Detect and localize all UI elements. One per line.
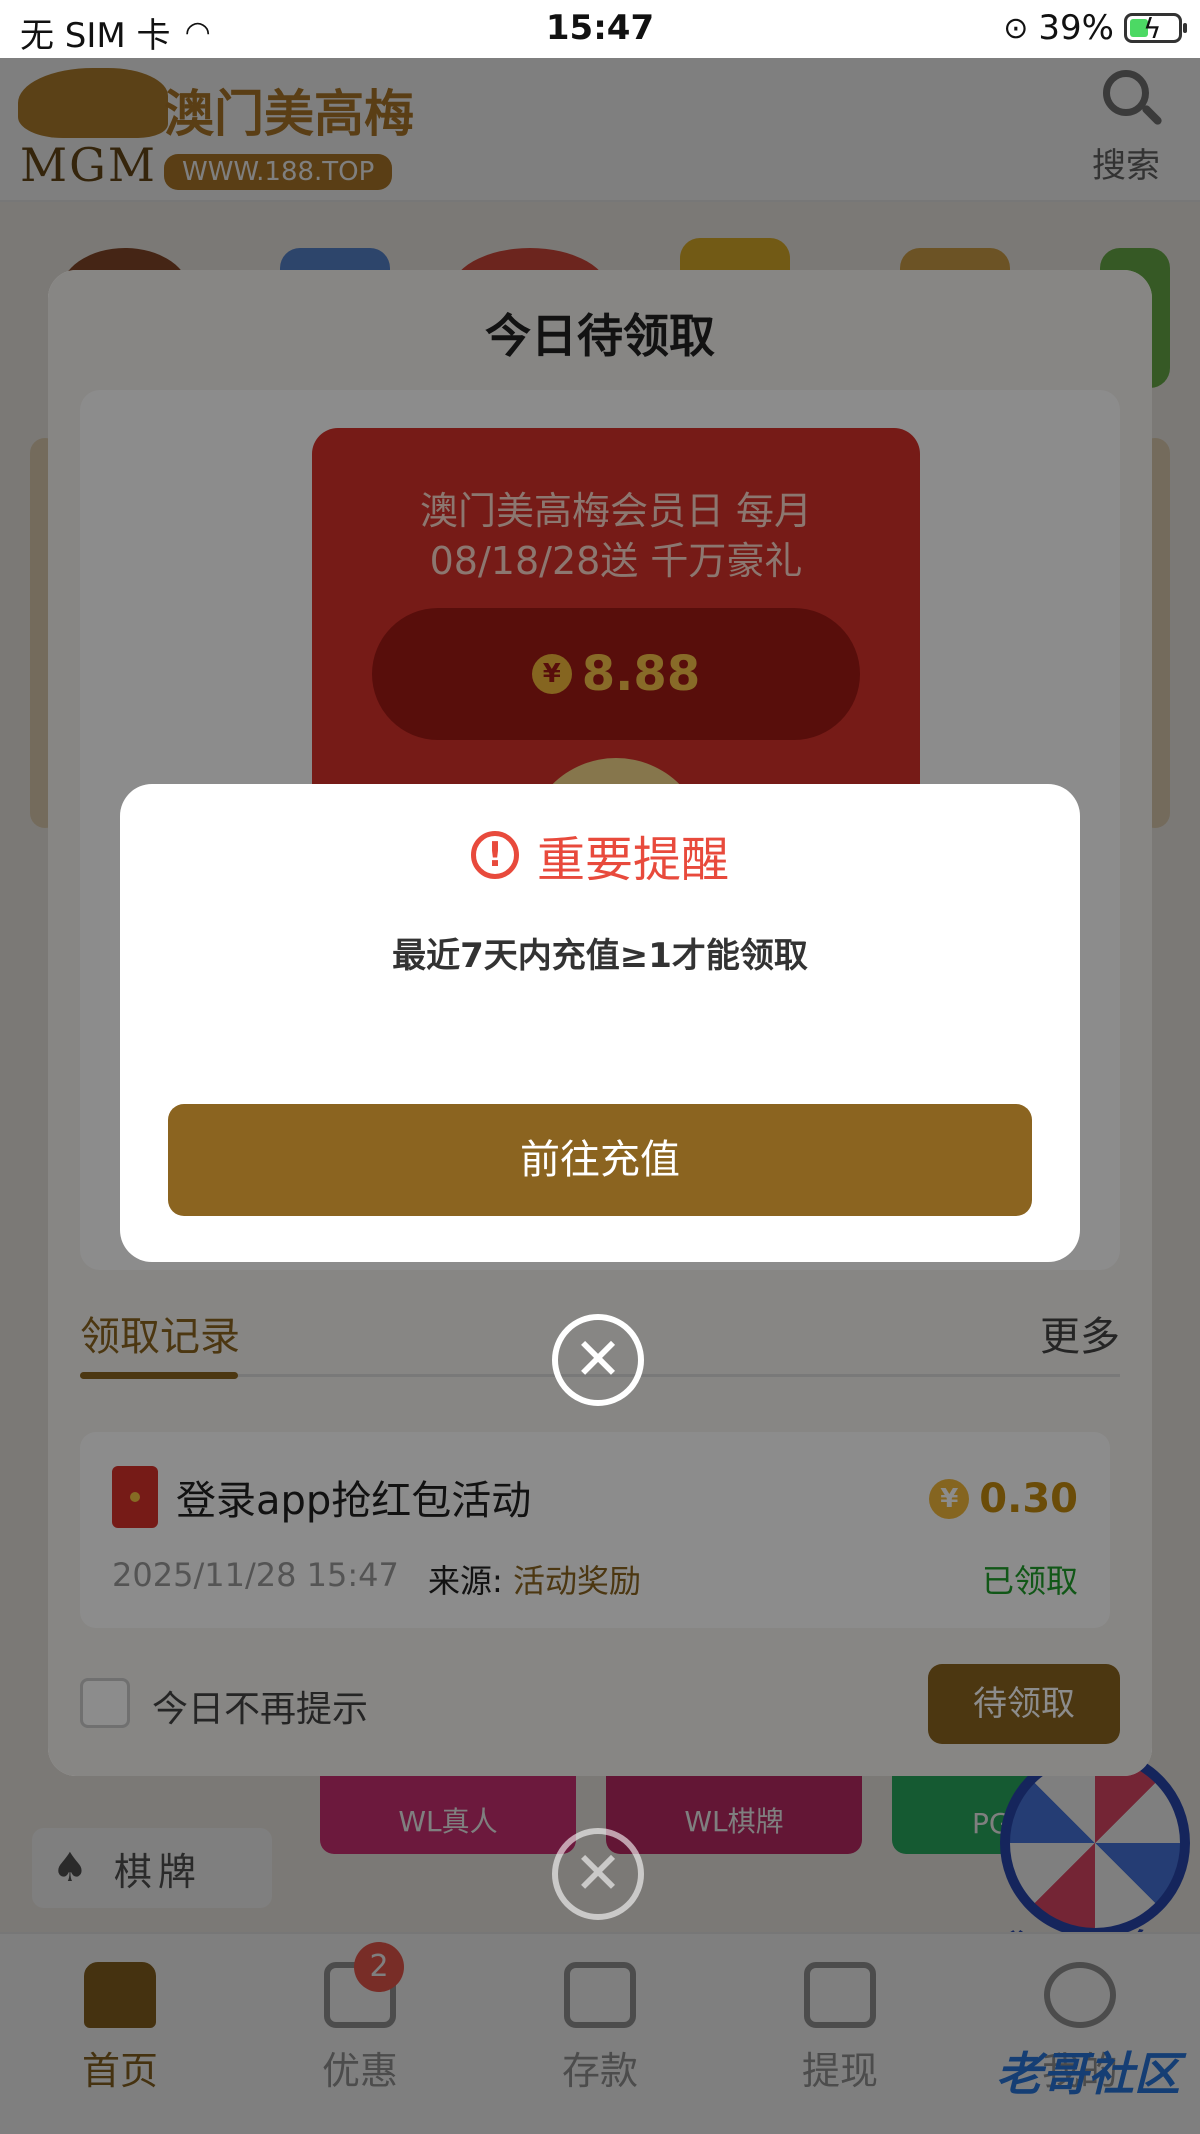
- go-recharge-button[interactable]: 前往充值: [168, 1104, 1032, 1216]
- alert-message: 最近7天内充值≥1才能领取: [392, 936, 808, 976]
- important-alert-dialog: ! 重要提醒 最近7天内充值≥1才能领取 前往充值: [120, 784, 1080, 1262]
- alert-header: ! 重要提醒: [120, 820, 1080, 890]
- close-panel-icon[interactable]: ✕: [552, 1828, 644, 1920]
- alert-title: 重要提醒: [536, 832, 729, 888]
- battery-icon: ϟ: [1124, 12, 1187, 45]
- close-icon[interactable]: ✕: [552, 1314, 644, 1406]
- rotation-lock-icon: ⊙: [1003, 10, 1029, 46]
- battery-percent: 39%: [1038, 8, 1114, 48]
- status-bar: 无 SIM 卡 ◠ 15:47 ⊙ 39% ϟ: [0, 0, 1200, 58]
- warning-icon: !: [470, 831, 519, 879]
